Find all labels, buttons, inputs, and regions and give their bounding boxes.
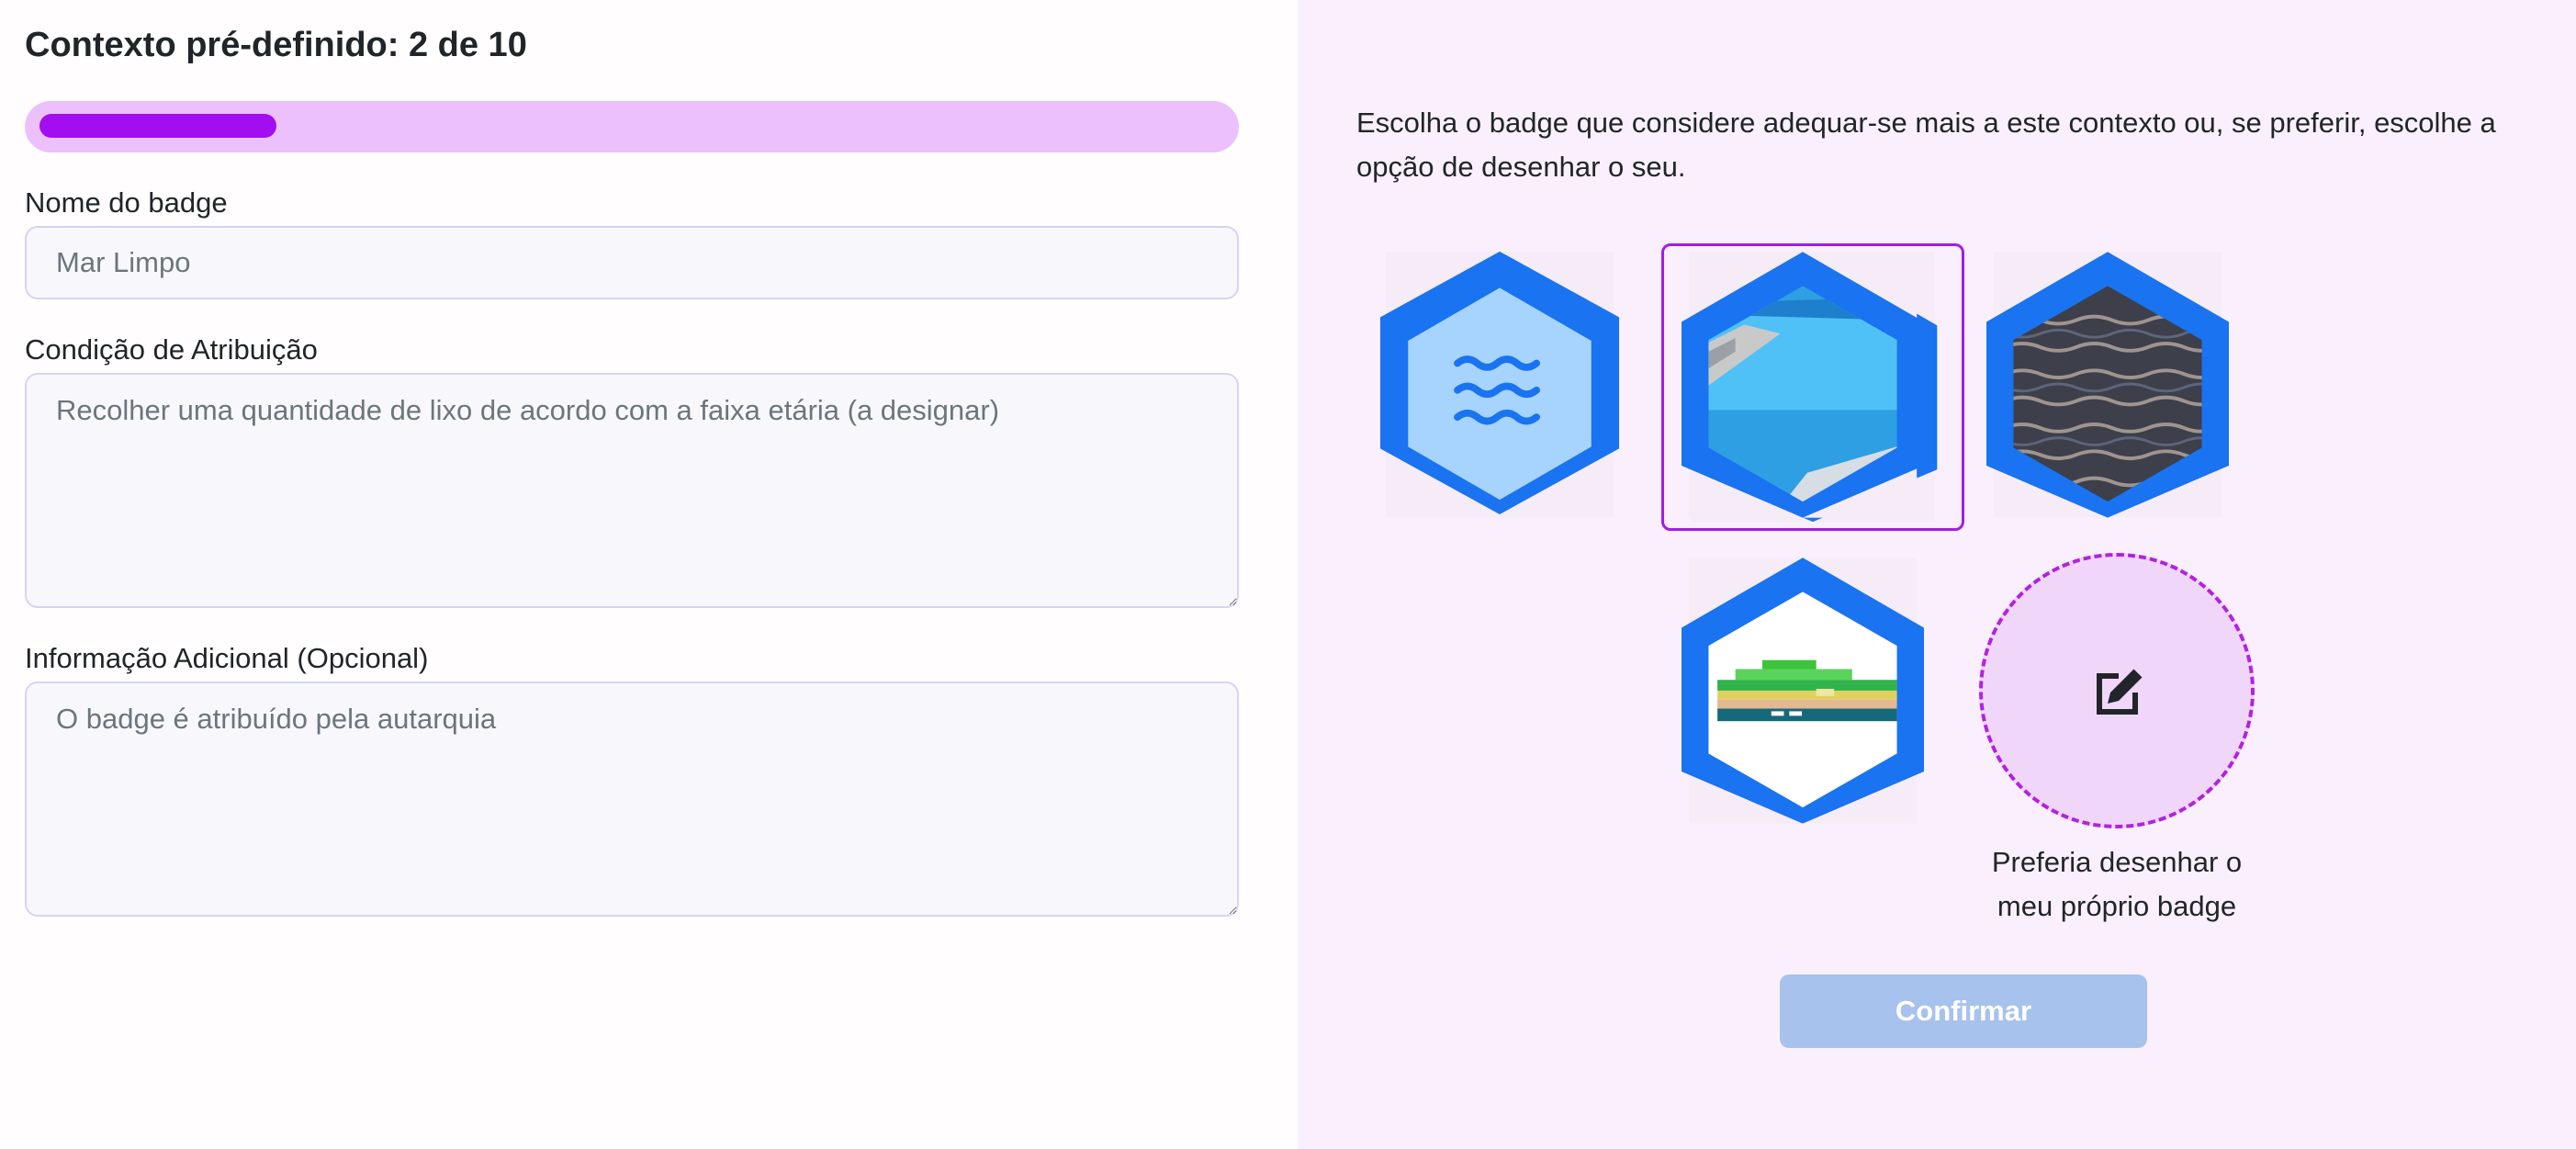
ocean-water-badge-icon xyxy=(1986,252,2229,518)
draw-own-badge-button[interactable] xyxy=(1979,553,2255,828)
additional-info-textarea[interactable] xyxy=(25,682,1239,917)
edit-pencil-icon xyxy=(2097,669,2143,715)
progress-bar-fill xyxy=(39,114,276,138)
badge-option-ocean-water[interactable] xyxy=(1984,245,2232,521)
draw-caption-line2: meu próprio badge xyxy=(1997,890,2237,922)
badge-option-sea-cliff[interactable] xyxy=(1679,245,1927,521)
page-title: Contexto pré-definido: 2 de 10 xyxy=(25,26,527,64)
confirm-button[interactable]: Confirmar xyxy=(1780,974,2147,1048)
waves-badge-icon xyxy=(1379,251,1620,518)
badge-name-input[interactable] xyxy=(25,226,1239,299)
chooser-instructions: Escolha o badge que considere adequar-se… xyxy=(1356,107,2496,183)
attribution-condition-textarea[interactable] xyxy=(25,373,1239,608)
form-panel: Contexto pré-definido: 2 de 10 Nome do b… xyxy=(0,0,1298,1149)
attribution-condition-label: Condição de Atribuição xyxy=(25,333,318,366)
progress-bar xyxy=(25,101,1239,152)
additional-info-label: Informação Adicional (Opcional) xyxy=(25,642,429,674)
draw-caption-line1: Preferia desenhar o xyxy=(1991,846,2243,878)
badge-option-waves[interactable] xyxy=(1376,245,1624,521)
draw-own-badge-caption: Preferia desenhar o meu próprio badge xyxy=(1952,840,2282,929)
coastline-badge-icon xyxy=(1682,558,1924,824)
badge-name-label: Nome do badge xyxy=(25,186,228,219)
sea-cliff-badge-icon xyxy=(1682,252,1924,518)
badge-option-coastline[interactable] xyxy=(1679,551,1927,827)
